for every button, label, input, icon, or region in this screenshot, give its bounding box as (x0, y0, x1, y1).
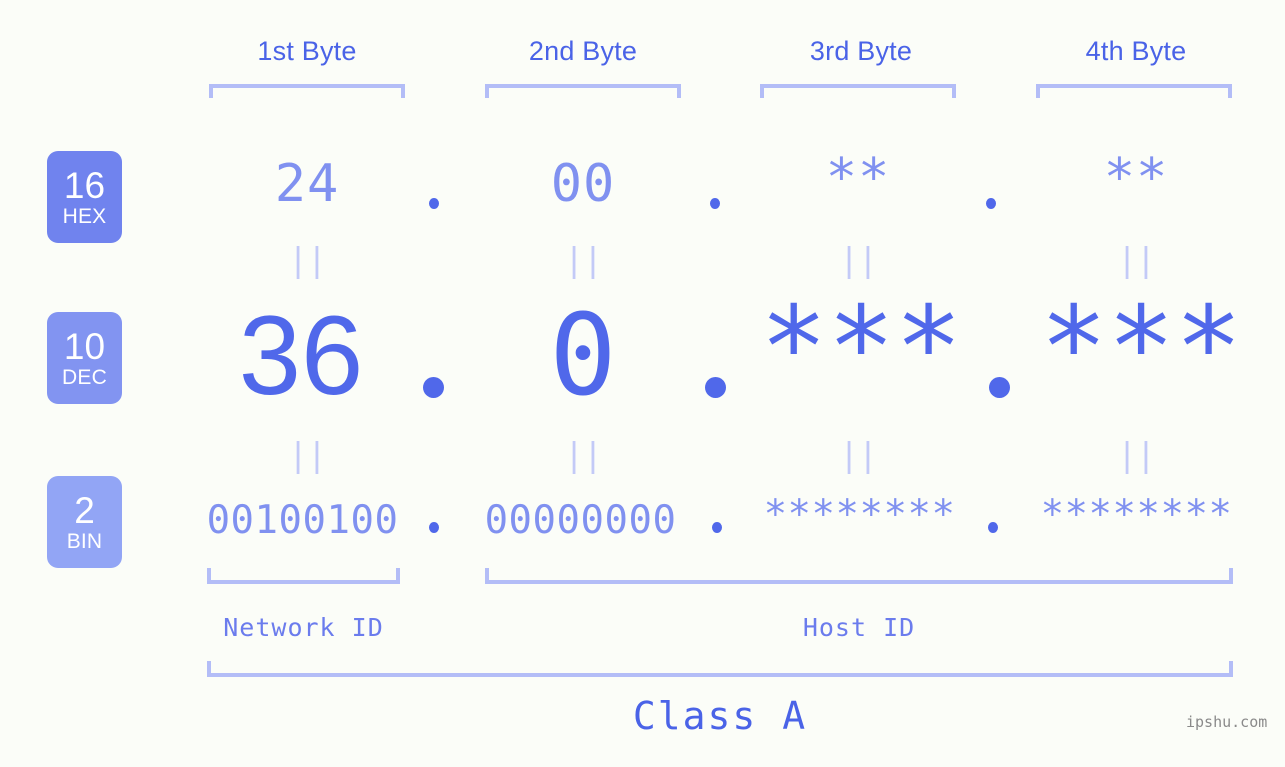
hex-separator-dot-3 (986, 198, 996, 209)
class-label: Class A (632, 694, 808, 738)
dec-byte-2: 0 (549, 291, 617, 421)
bin-byte-1: 00100100 (206, 498, 399, 543)
hex-byte-2: 00 (550, 154, 616, 214)
hex-byte-1: 24 (274, 154, 340, 214)
class-bracket (207, 661, 1233, 677)
site-watermark: ipshu.com (1186, 713, 1268, 731)
connector-dec-bin-1: || (288, 435, 327, 474)
byte-header-2: 2nd Byte (528, 36, 638, 66)
base-badge-hex-number: 16 (63, 165, 106, 206)
bin-separator-dot-2 (712, 522, 722, 533)
dec-separator-dot-1 (423, 377, 444, 398)
dec-separator-dot-3 (989, 377, 1010, 398)
byte-bracket-top-3 (760, 84, 956, 98)
connector-hex-dec-1: || (288, 240, 327, 279)
byte-bracket-top-2 (485, 84, 681, 98)
bin-byte-4: ******** (1040, 492, 1233, 537)
connector-hex-dec-2: || (564, 240, 603, 279)
base-badge-hex-label: HEX (62, 205, 107, 228)
hex-byte-3: ** (825, 148, 891, 208)
dec-byte-3: *** (760, 283, 963, 413)
base-badge-dec-number: 10 (63, 326, 106, 367)
base-badge-bin: 2 BIN (47, 476, 122, 568)
byte-header-1: 1st Byte (257, 36, 357, 66)
base-badge-hex: 16 HEX (47, 151, 122, 243)
network-id-label: Network ID (223, 613, 384, 642)
hex-separator-dot-1 (429, 198, 439, 209)
connector-dec-bin-3: || (839, 435, 878, 474)
network-id-bracket (207, 568, 400, 584)
byte-header-3: 3rd Byte (809, 36, 913, 66)
byte-bracket-top-4 (1036, 84, 1232, 98)
host-id-label: Host ID (802, 613, 916, 642)
bin-byte-3: ******** (763, 492, 956, 537)
base-badge-bin-label: BIN (66, 530, 103, 553)
dec-byte-1: 36 (238, 293, 364, 418)
base-badge-bin-number: 2 (74, 490, 95, 531)
connector-dec-bin-2: || (564, 435, 603, 474)
connector-hex-dec-4: || (1117, 240, 1156, 279)
byte-header-4: 4th Byte (1085, 36, 1187, 66)
base-badge-dec: 10 DEC (47, 312, 122, 404)
bin-separator-dot-1 (429, 522, 439, 533)
bin-byte-2: 00000000 (484, 498, 677, 543)
byte-bracket-top-1 (209, 84, 405, 98)
connector-dec-bin-4: || (1117, 435, 1156, 474)
bin-separator-dot-3 (988, 522, 998, 533)
connector-hex-dec-3: || (839, 240, 878, 279)
dec-separator-dot-2 (705, 377, 726, 398)
hex-byte-4: ** (1103, 148, 1169, 208)
base-badge-dec-label: DEC (62, 366, 107, 389)
host-id-bracket (485, 568, 1233, 584)
dec-byte-4: *** (1040, 283, 1243, 413)
hex-separator-dot-2 (710, 198, 720, 209)
ip-address-breakdown-diagram: 1st Byte 2nd Byte 3rd Byte 4th Byte 16 H… (0, 0, 1285, 767)
